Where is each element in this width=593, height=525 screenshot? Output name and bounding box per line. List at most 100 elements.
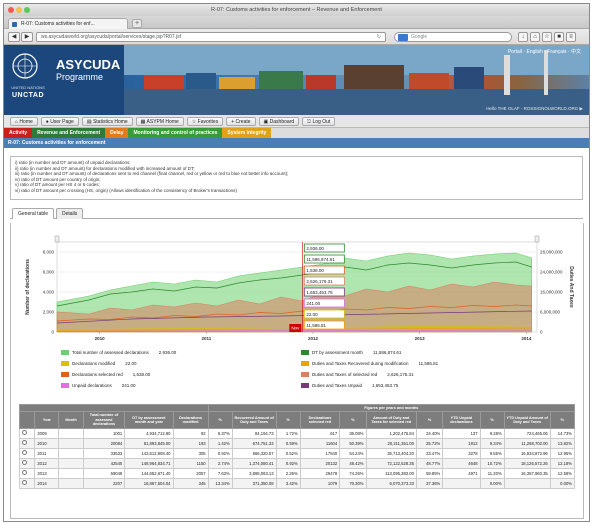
table-row[interactable]: 2012 42540 148,964,834.71 1150 2.74% 1,374,08…: [18, 457, 576, 469]
table-row[interactable]: 2010 20084 81,893,845.00 193 1.42% 674,751.33…: [18, 437, 576, 449]
module-monitoring[interactable]: Monitoring and control of practices: [128, 128, 223, 138]
table-cell: 42540: [82, 457, 126, 469]
module-revenue-enforcement[interactable]: Revenue and Enforcement: [32, 128, 106, 138]
table-row[interactable]: 2013 59049 144,652,671.40 2057 7.63% 3,895,06…: [18, 467, 576, 479]
sync-button[interactable]: ■: [554, 32, 564, 42]
legend-item[interactable]: Declarations selected red 1,538.00: [61, 371, 150, 378]
column-header[interactable]: %: [549, 411, 576, 429]
legend-item[interactable]: Duties and Taxes of selected red 2,626,17…: [301, 371, 414, 378]
menu-button[interactable]: ≡: [566, 32, 576, 42]
back-button[interactable]: ◀: [8, 32, 20, 42]
module-activity[interactable]: Activity: [4, 128, 33, 138]
legend-label: Declarations selected red: [72, 372, 123, 377]
browser-tab[interactable]: R-07: Customs activities for enf...: [8, 18, 128, 29]
table-cell: 2013: [34, 467, 60, 479]
download-button[interactable]: ↓: [518, 32, 528, 42]
menu-create-button[interactable]: + Create: [226, 116, 256, 126]
expand-row-icon[interactable]: [22, 459, 27, 465]
column-header[interactable]: [18, 411, 36, 429]
french-link[interactable]: Français: [547, 49, 566, 55]
expand-row-icon[interactable]: [22, 469, 27, 475]
table-cell: 92: [172, 427, 209, 439]
menu-favorites-button[interactable]: ☆ Favorites: [186, 116, 224, 126]
bookmark-button[interactable]: ☆: [542, 32, 552, 42]
expand-cell[interactable]: [18, 447, 36, 459]
reload-icon[interactable]: ↻: [377, 33, 381, 42]
menu-home-button[interactable]: ⌂ Home: [10, 116, 38, 126]
english-link[interactable]: English: [526, 49, 542, 55]
home-button[interactable]: ⌂: [530, 32, 540, 42]
legend-item[interactable]: Unpaid declarations 241.00: [61, 382, 136, 389]
module-delay[interactable]: Delay: [105, 128, 129, 138]
range-handle-left: [54, 235, 60, 243]
table-cell: 0.52%: [275, 447, 301, 459]
column-header[interactable]: %: [275, 411, 301, 429]
legend-item[interactable]: Duties and Taxes Unpaid 1,653,453.75: [301, 382, 398, 389]
table-cell: 1001: [82, 427, 126, 439]
column-header[interactable]: Total number of assessed declarations: [82, 411, 126, 429]
figures-table-wrapper: Figures per years and months Year Month Tot…: [18, 403, 576, 489]
table-cell: 6.37%: [207, 427, 233, 439]
unctad-logo-text: UNCTAD: [11, 92, 45, 99]
legend-swatch: [61, 372, 69, 377]
column-header[interactable]: YTD Unpaid Amount of Duty and Taxes: [503, 411, 551, 429]
column-header[interactable]: %: [479, 411, 505, 429]
table-cell: 20084: [82, 437, 126, 449]
expand-cell[interactable]: [18, 437, 36, 449]
menu-dashboard-button[interactable]: ▣ Dashboard: [258, 116, 300, 126]
menu-favorites-label: Favorites: [197, 118, 219, 125]
menu-user-page-button[interactable]: ● User Page: [40, 116, 79, 126]
url-text: ws.asycudaworld.org/asycuda/portal/servi…: [41, 34, 182, 40]
menu-logout-button[interactable]: ⎋ Log Out: [302, 116, 336, 126]
table-row[interactable]: 2011 33533 143,612,908.40 305 0.92% 666,320.5…: [18, 447, 576, 459]
table-cell: 59.85%: [415, 467, 444, 479]
legend-swatch: [301, 383, 309, 388]
expand-row-icon[interactable]: [22, 429, 27, 435]
column-header[interactable]: %: [207, 411, 233, 429]
column-header[interactable]: %: [415, 411, 444, 429]
search-engine-icon[interactable]: [398, 34, 408, 41]
column-header[interactable]: Recovered Amount of Duty and Taxes: [231, 411, 277, 429]
tab-details[interactable]: Details: [56, 208, 84, 219]
column-header[interactable]: Year: [34, 411, 60, 429]
description-line: vi) ratio of DT amount per crossing (HS,…: [15, 187, 237, 193]
menu-home-label: Home: [19, 118, 33, 125]
menu-statistics-home-button[interactable]: ▤ Statistics Home: [81, 116, 133, 126]
table-row[interactable]: 2014 2207 16,867,504.04 345 13.34% 371,350.08…: [18, 477, 576, 489]
legend-item[interactable]: Declarations modified 22.00: [61, 360, 137, 367]
module-system-integrity[interactable]: System integrity: [222, 128, 272, 138]
forward-button[interactable]: ▶: [21, 32, 33, 42]
expand-cell[interactable]: [18, 457, 36, 469]
expand-cell[interactable]: [18, 477, 36, 489]
table-group-header-row: Figures per years and months: [19, 403, 576, 413]
expand-cell[interactable]: [18, 427, 36, 439]
table-cell: 144,652,671.40: [124, 467, 174, 479]
chinese-link[interactable]: 中文: [571, 49, 581, 55]
portal-link[interactable]: Portail: [508, 49, 522, 55]
expand-cell[interactable]: [18, 467, 36, 479]
column-header[interactable]: Month: [58, 411, 84, 429]
column-header[interactable]: %: [339, 411, 367, 429]
column-header[interactable]: YTD Unpaid declarations: [442, 411, 481, 429]
search-field[interactable]: Google: [394, 32, 512, 42]
legend-item[interactable]: Duties and Taxes Recovered during modifi…: [301, 360, 438, 367]
tab-general-table[interactable]: General table: [12, 208, 55, 219]
minimize-window-icon[interactable]: [16, 7, 22, 13]
address-bar[interactable]: ws.asycudaworld.org/asycuda/portal/servi…: [36, 32, 386, 42]
legend-value: 11,586,874.61: [372, 350, 402, 355]
expand-row-icon[interactable]: [22, 449, 27, 455]
expand-row-icon[interactable]: [22, 479, 27, 485]
expand-row-icon[interactable]: [22, 439, 27, 445]
column-header[interactable]: DT by assessment month and year: [124, 411, 174, 429]
table-row[interactable]: 2009 1001 4,934,712.80 92 6.37% 84,194.73 1.72…: [18, 427, 576, 439]
legend-item[interactable]: Total number of assessed declarations 2,9…: [61, 349, 176, 356]
column-header[interactable]: Declarations modified: [172, 411, 209, 429]
menu-asypm-home-button[interactable]: ▦ ASYPM Home: [135, 116, 184, 126]
new-tab-button[interactable]: +: [132, 19, 142, 28]
column-header[interactable]: Amount of Duty and Taxes for selected re…: [365, 411, 417, 429]
close-window-icon[interactable]: [8, 7, 14, 13]
table-cell: 0.00%: [479, 477, 505, 489]
zoom-window-icon[interactable]: [24, 7, 30, 13]
column-header[interactable]: Declarations selected red: [299, 411, 341, 429]
legend-item[interactable]: DT by assessment month 11,586,874.61: [301, 349, 401, 356]
